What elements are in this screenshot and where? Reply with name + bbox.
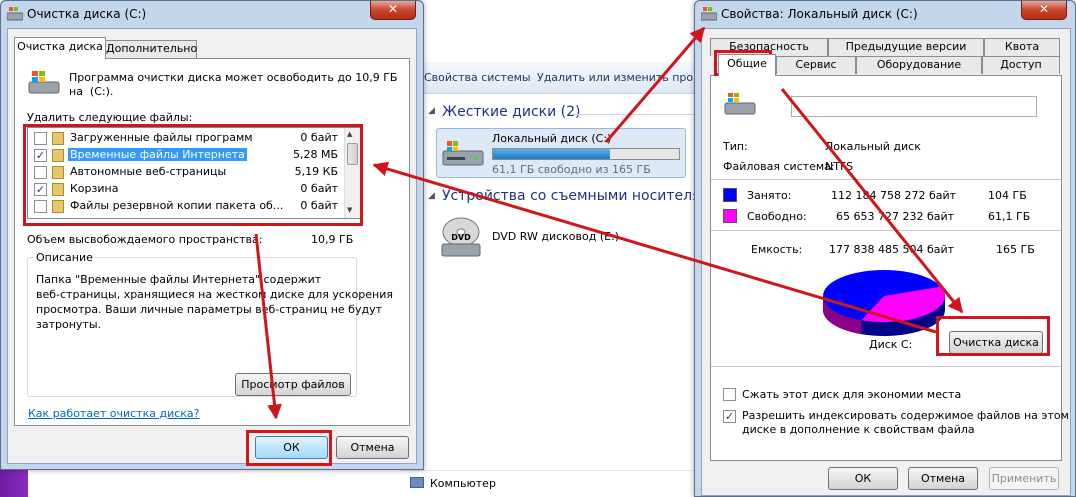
system-properties-button[interactable]: Свойства системы <box>424 71 531 84</box>
drive-icon <box>701 7 717 21</box>
disk-cleanup-window: Очистка диска (C:) ✕ Очистка диска Допол… <box>0 0 424 470</box>
navigation-pane: Компьютер <box>372 470 700 497</box>
disk-cleanup-large-icon <box>28 71 60 94</box>
used-space-swatch <box>723 188 737 202</box>
expand-arrow-icon[interactable]: ◢ <box>428 191 435 201</box>
capacity-label: Емкость: <box>751 243 803 256</box>
view-files-button[interactable]: Просмотр файлов <box>235 373 351 396</box>
allow-indexing-checkbox[interactable]: ✓ <box>723 410 736 423</box>
disk-name-label: Диск C: <box>869 338 913 351</box>
free-space-label: Свободно: <box>747 210 807 223</box>
tab-disk-cleanup[interactable]: Очистка диска <box>14 37 106 59</box>
dvd-drive-name: DVD RW дисковод (E:) <box>492 230 620 243</box>
compress-drive-label: Сжать этот диск для экономии места <box>742 388 962 401</box>
tab-quota[interactable]: Квота <box>984 38 1060 56</box>
removable-devices-header[interactable]: Устройства со съемными носителям <box>442 188 711 204</box>
background-strip <box>200 472 395 497</box>
how-cleanup-works-link[interactable]: Как работает очистка диска? <box>28 407 200 420</box>
used-space-label: Занято: <box>747 189 792 202</box>
disk-usage-fill <box>493 149 611 159</box>
cleanup-tab-page: Программа очистки диска может освободить… <box>14 58 410 426</box>
tab-sharing[interactable]: Доступ <box>982 56 1060 74</box>
free-space-gb: 61,1 ГБ <box>988 210 1031 223</box>
window-title: Свойства: Локальный диск (C:) <box>721 7 918 21</box>
uninstall-program-button[interactable]: Удалить или изменить прог <box>537 71 699 84</box>
hard-drive-icon <box>442 141 484 166</box>
apply-button[interactable]: Применить <box>989 467 1059 490</box>
close-button[interactable]: ✕ <box>370 1 416 20</box>
used-space-gb: 104 ГБ <box>988 189 1027 202</box>
tab-tools[interactable]: Сервис <box>776 56 856 74</box>
annotation-ok-box <box>246 430 332 466</box>
capacity-gb: 165 ГБ <box>996 243 1035 256</box>
annotation-cleanup-button-box <box>936 316 1050 356</box>
tab-previous-versions[interactable]: Предыдущие версии <box>828 38 984 56</box>
dvd-drive-tile[interactable]: DVD DVD RW дисковод (E:) <box>436 214 656 262</box>
description-group: Описание Папка "Временные файлы Интернет… <box>27 251 393 397</box>
freed-space-value: 10,9 ГБ <box>311 233 354 246</box>
local-disk-name: Локальный диск (C:) <box>492 132 612 145</box>
expand-arrow-icon[interactable]: ◢ <box>428 106 435 116</box>
hard-disks-header[interactable]: Жесткие диски (2) <box>442 104 580 120</box>
general-tab-page: Тип: Локальный диск Файловая система: NT… <box>710 75 1069 461</box>
disk-usage-pie-chart <box>822 270 945 336</box>
local-disk-large-icon <box>724 93 756 115</box>
disk-properties-window: Свойства: Локальный диск (C:) ✕ Безопасн… <box>694 0 1076 497</box>
freed-space-label: Объем высвобождаемого пространства: <box>27 233 263 246</box>
used-space-bytes: 112 184 758 272 байт <box>831 189 957 202</box>
file-system-value: NTFS <box>825 160 854 173</box>
close-button[interactable]: ✕ <box>1021 1 1067 20</box>
free-space-swatch <box>723 209 737 223</box>
volume-label-input[interactable] <box>791 96 1037 117</box>
dvd-drive-icon: DVD <box>441 217 481 257</box>
delete-files-label: Удалить следующие файлы: <box>27 111 193 124</box>
description-group-label: Описание <box>34 251 95 264</box>
file-system-label: Файловая система: <box>723 160 835 173</box>
divider <box>711 179 1061 180</box>
capacity-bytes: 177 838 485 504 байт <box>829 243 955 256</box>
properties-client-area: Безопасность Предыдущие версии Квота Общ… <box>701 28 1071 496</box>
tab-general[interactable]: Общие <box>718 54 776 76</box>
divider <box>711 366 1061 367</box>
explorer-toolbar: Свойства системы Удалить или изменить пр… <box>400 62 700 94</box>
computer-nav-item[interactable]: Компьютер <box>430 477 496 490</box>
divider <box>711 230 1061 231</box>
tab-more-options[interactable]: Дополнительно <box>105 40 197 58</box>
disk-cleanup-icon <box>7 7 23 21</box>
cleanup-client-area: Очистка диска Дополнительно Программа оч… <box>7 28 417 464</box>
allow-indexing-label: Разрешить индексировать содержимое файло… <box>742 409 1069 436</box>
window-title: Очистка диска (C:) <box>27 7 147 21</box>
desktop-fragment <box>0 470 28 497</box>
cancel-button[interactable]: Отмена <box>908 467 978 490</box>
explorer-window: Свойства системы Удалить или изменить пр… <box>372 0 711 497</box>
type-label: Тип: <box>723 140 748 153</box>
disk-usage-bar <box>492 148 680 160</box>
computer-icon <box>410 477 424 488</box>
local-disk-tile[interactable]: Локальный диск (C:) 61,1 ГБ свободно из … <box>436 128 686 178</box>
compress-drive-checkbox[interactable] <box>723 388 736 401</box>
local-disk-free: 61,1 ГБ свободно из 165 ГБ <box>492 163 651 176</box>
tab-hardware[interactable]: Оборудование <box>856 56 982 74</box>
cancel-button[interactable]: Отмена <box>336 436 409 459</box>
free-space-bytes: 65 653 727 232 байт <box>836 210 955 223</box>
group-divider <box>570 114 700 115</box>
description-text: Папка "Временные файлы Интернета" содерж… <box>36 273 394 331</box>
cleanup-intro-text: Программа очистки диска может освободить… <box>69 71 398 98</box>
type-value: Локальный диск <box>825 140 921 153</box>
dvd-icon-label: DVD <box>451 233 471 242</box>
annotation-files-list-box <box>23 124 363 226</box>
ok-button[interactable]: ОК <box>828 467 898 490</box>
